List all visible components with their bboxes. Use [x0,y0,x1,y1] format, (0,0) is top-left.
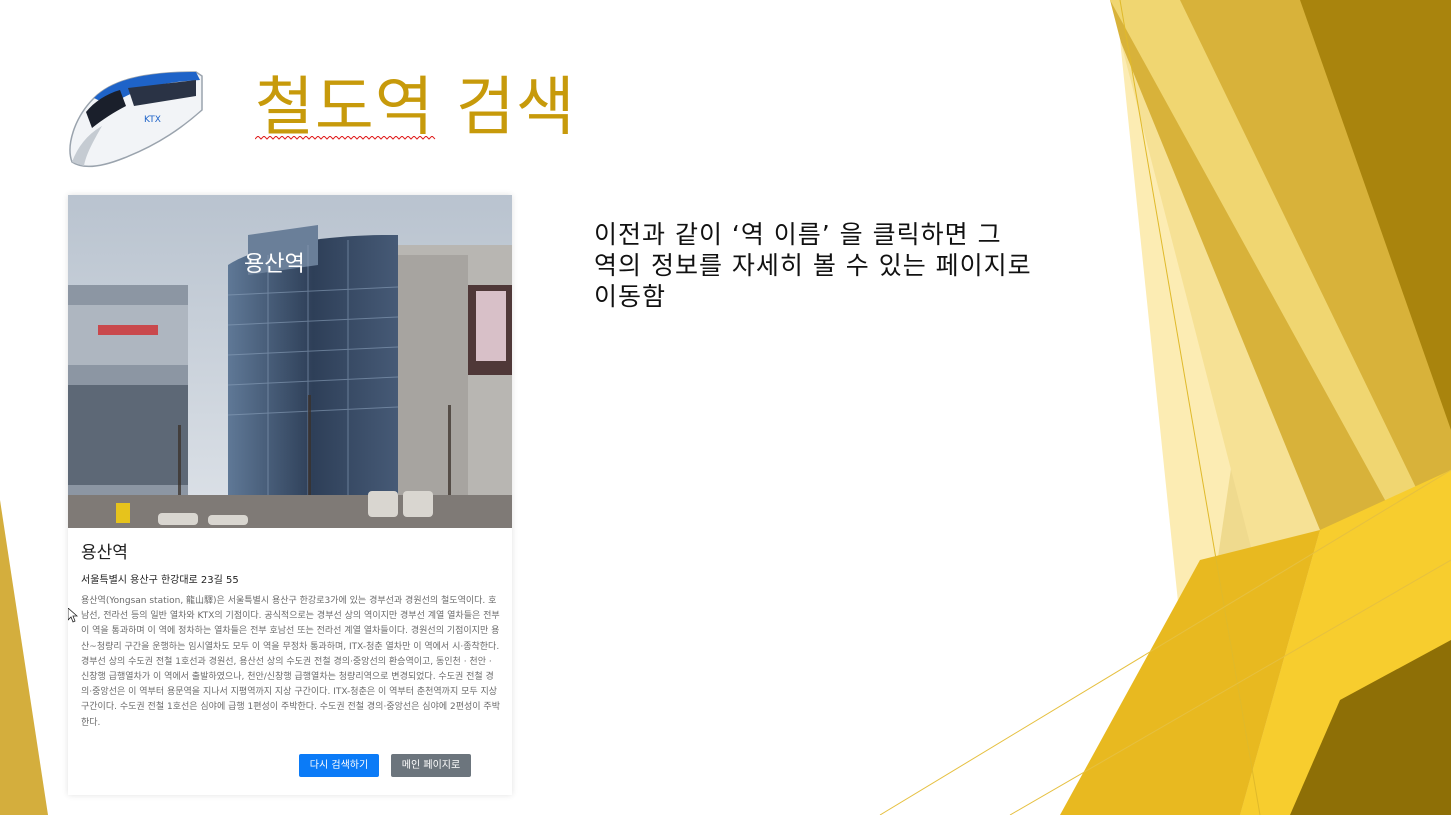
station-card: 용산역 용산역 서울특별시 용산구 한강대로 23길 55 용산역(Yongsa… [68,195,512,795]
slide-note: 이전과 같이 ‘역 이름’ 을 클릭하면 그 역의 정보를 자세히 볼 수 있는… [594,220,1032,311]
svg-text:KTX: KTX [144,115,161,125]
main-page-button[interactable]: 메인 페이지로 [391,754,471,777]
spellcheck-underline [255,136,436,140]
mouse-cursor-icon [68,608,78,623]
bg-facet-left [0,500,48,815]
station-address: 서울특별시 용산구 한강대로 23길 55 [81,575,239,586]
page-title-text: 철도역 검색 [255,71,576,145]
station-photo-sign: 용산역 [244,252,305,277]
station-description: 용산역(Yongsan station, 龍山驛)은 서울특별시 용산구 한강로… [81,596,500,728]
station-name: 용산역 [81,543,128,563]
ktx-train-icon: KTX [69,71,203,168]
page-title: 철도역 검색 [255,66,576,150]
station-photo: 용산역 [68,195,512,528]
search-again-button[interactable]: 다시 검색하기 [299,754,379,777]
